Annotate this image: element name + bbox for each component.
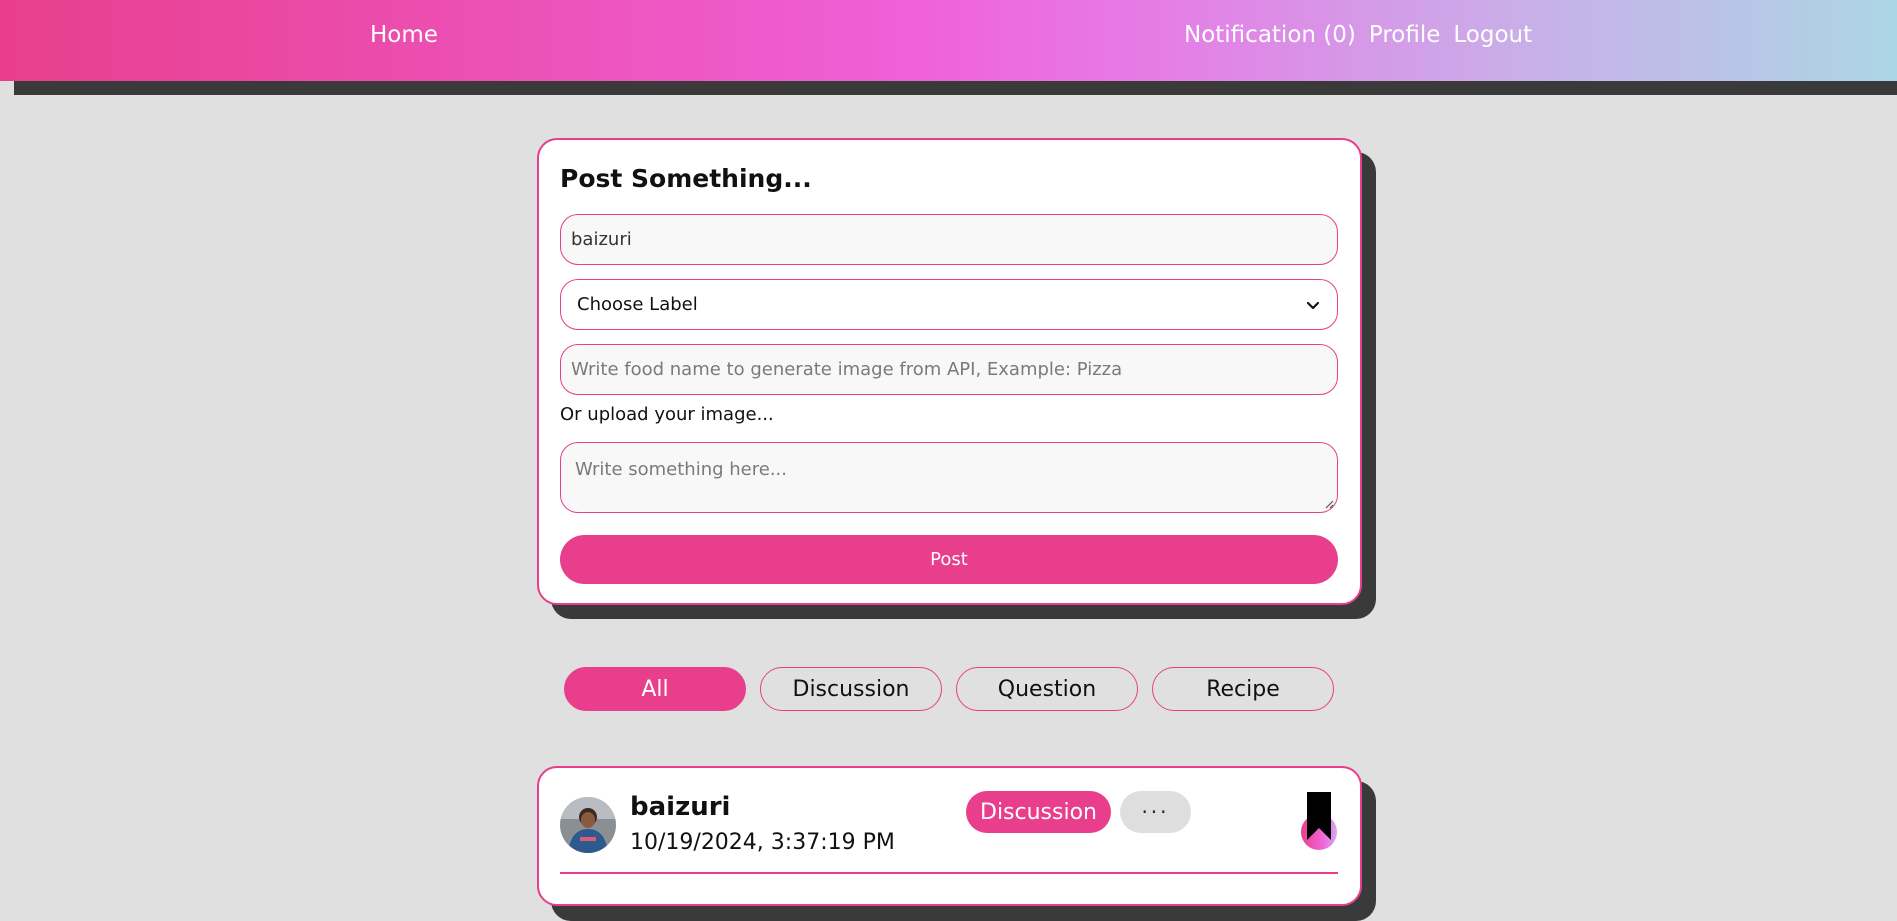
- tab-recipe[interactable]: Recipe: [1152, 667, 1334, 711]
- post-form-title: Post Something...: [560, 164, 812, 193]
- nav-logout-link[interactable]: Logout: [1453, 22, 1532, 48]
- tab-discussion[interactable]: Discussion: [760, 667, 942, 711]
- name-input-value: baizuri: [571, 229, 632, 250]
- filter-tabs: All Discussion Question Recipe: [564, 667, 1334, 711]
- more-options-button[interactable]: ···: [1120, 791, 1191, 833]
- chevron-down-icon: [1306, 301, 1320, 309]
- post-author[interactable]: baizuri: [630, 792, 730, 822]
- resize-handle-icon[interactable]: [1324, 499, 1334, 509]
- food-name-placeholder: Write food name to generate image from A…: [571, 359, 1123, 380]
- tab-question[interactable]: Question: [956, 667, 1138, 711]
- food-name-input[interactable]: Write food name to generate image from A…: [560, 344, 1338, 395]
- post-divider: [560, 872, 1338, 874]
- upload-image-label[interactable]: Or upload your image...: [560, 404, 774, 425]
- post-button[interactable]: Post: [560, 535, 1338, 584]
- post-date: 10/19/2024, 3:37:19 PM: [630, 830, 895, 855]
- post-card: baizuri 10/19/2024, 3:37:19 PM Discussio…: [537, 766, 1362, 906]
- label-select-value: Choose Label: [577, 294, 698, 315]
- nav-home-link[interactable]: Home: [370, 22, 438, 48]
- label-select[interactable]: Choose Label: [560, 279, 1338, 330]
- post-form-card: Post Something... baizuri Choose Label W…: [537, 138, 1362, 605]
- user-avatar-icon: [560, 797, 616, 853]
- nav-right-links: Notification (0) Profile Logout: [1184, 22, 1532, 48]
- bookmark-icon[interactable]: [1297, 792, 1341, 850]
- name-input[interactable]: baizuri: [560, 214, 1338, 265]
- post-content-textarea[interactable]: Write something here...: [560, 442, 1338, 513]
- nav-profile-link[interactable]: Profile: [1369, 22, 1441, 48]
- post-content-placeholder: Write something here...: [575, 459, 787, 480]
- tab-all[interactable]: All: [564, 667, 746, 711]
- navbar: Home Notification (0) Profile Logout: [0, 0, 1897, 81]
- post-label-badge: Discussion: [966, 791, 1111, 833]
- nav-notification-link[interactable]: Notification (0): [1184, 22, 1356, 48]
- avatar[interactable]: [560, 797, 616, 853]
